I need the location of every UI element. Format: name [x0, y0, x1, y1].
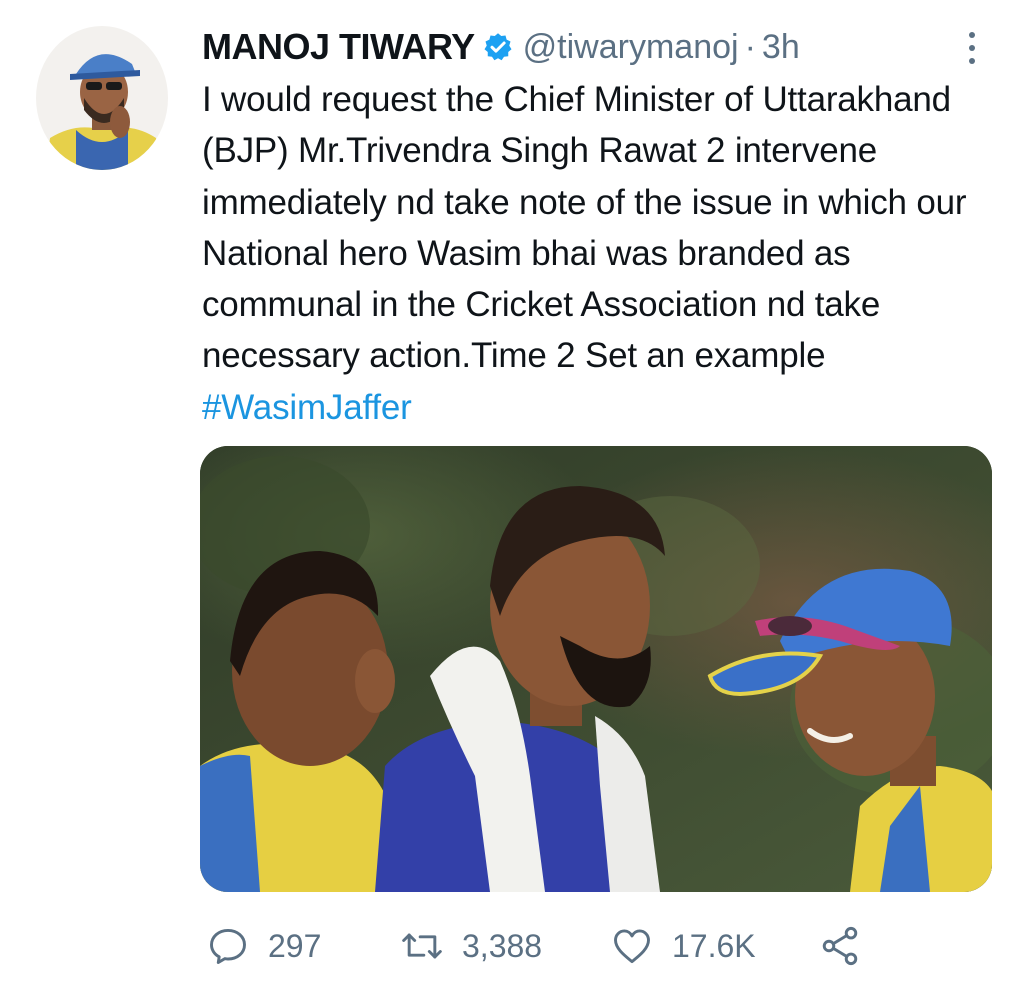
like-button[interactable]: 17.6K	[610, 916, 756, 976]
reply-button[interactable]: 297	[206, 916, 321, 976]
separator-dot: ·	[744, 27, 756, 66]
heart-icon	[610, 924, 654, 968]
tweet-actions: 297 3,388 17.6K	[200, 916, 1000, 976]
author-name[interactable]: MANOJ TIWARY	[202, 26, 475, 68]
tweet-body: I would request the Chief Minister of Ut…	[202, 80, 967, 376]
vertical-dots-icon[interactable]	[960, 30, 984, 66]
reply-count: 297	[268, 927, 322, 964]
author-handle[interactable]: @tiwarymanoj	[523, 28, 739, 67]
tweet-photo[interactable]	[200, 446, 992, 892]
verified-badge-icon	[483, 32, 513, 62]
like-count: 17.6K	[672, 927, 756, 964]
tweet-timestamp[interactable]: 3h	[762, 28, 800, 67]
tweet[interactable]: MANOJ TIWARY @tiwarymanoj · 3h I would r…	[0, 0, 1024, 990]
tweet-header: MANOJ TIWARY @tiwarymanoj · 3h	[202, 24, 800, 70]
share-nodes-icon	[818, 924, 862, 968]
hashtag-link[interactable]: #WasimJaffer	[202, 388, 412, 427]
share-button[interactable]	[818, 916, 880, 976]
avatar[interactable]	[36, 26, 168, 170]
speech-bubble-icon	[206, 924, 250, 968]
tweet-text: I would request the Chief Minister of Ut…	[202, 74, 1002, 433]
retweet-arrows-icon	[400, 924, 444, 968]
retweet-button[interactable]: 3,388	[400, 916, 542, 976]
retweet-count: 3,388	[462, 927, 543, 964]
